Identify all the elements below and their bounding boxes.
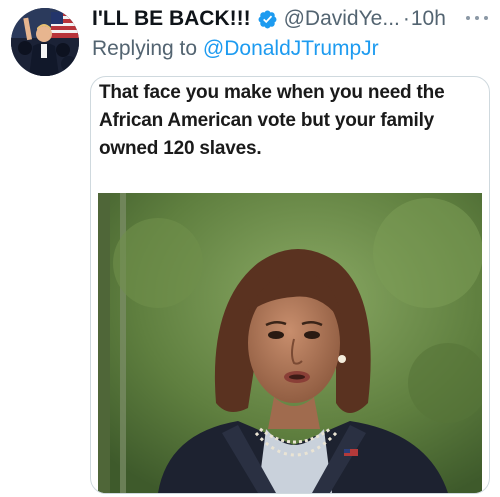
more-dot xyxy=(484,16,488,20)
more-dot xyxy=(475,16,479,20)
tweet-timestamp[interactable]: 10h xyxy=(411,7,446,31)
meme-caption-text: That face you make when you need the Afr… xyxy=(99,82,445,159)
verified-badge-icon xyxy=(258,10,277,28)
more-options-icon[interactable] xyxy=(466,8,488,28)
photo-image xyxy=(98,193,482,493)
tweet-media[interactable]: That face you make when you need the Afr… xyxy=(90,76,490,494)
replying-to: Replying to @DonaldJTrumpJr xyxy=(92,37,379,61)
separator-dot: · xyxy=(402,7,410,30)
replying-to-link[interactable]: @DonaldJTrumpJr xyxy=(203,37,379,60)
author-handle[interactable]: @DavidYe... xyxy=(284,7,400,31)
author-display-name[interactable]: I'LL BE BACK!!! xyxy=(92,7,251,31)
more-dot xyxy=(466,16,470,20)
author-avatar[interactable] xyxy=(11,8,79,76)
meme-photo xyxy=(98,193,482,493)
avatar-image xyxy=(11,8,79,76)
replying-to-label: Replying to xyxy=(92,37,203,60)
tweet-header: I'LL BE BACK!!! @DavidYe... · 10h xyxy=(92,4,488,34)
